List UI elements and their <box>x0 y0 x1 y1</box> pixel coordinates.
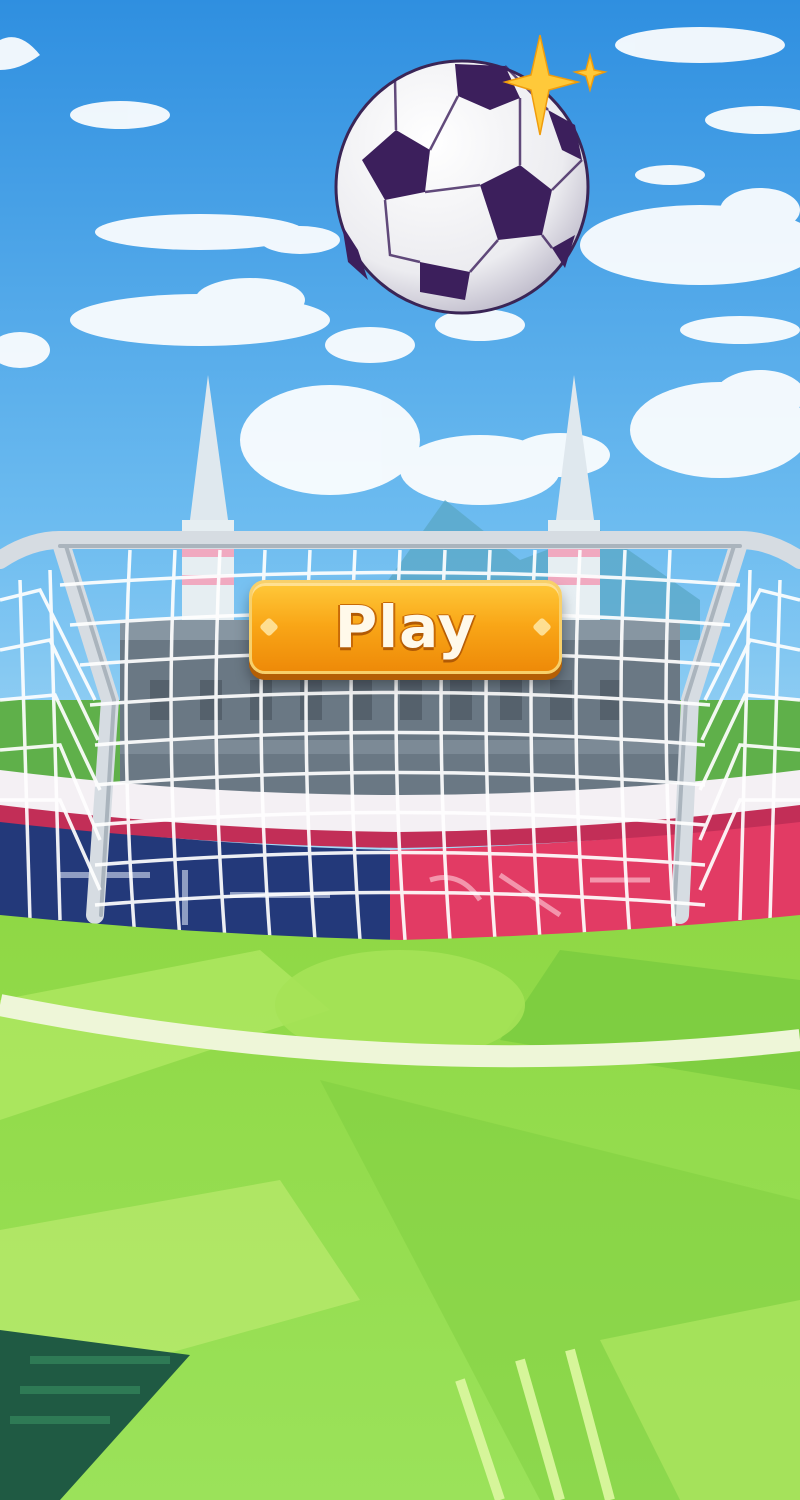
soccer-ball-icon <box>334 59 590 315</box>
scene-background <box>0 0 800 1500</box>
button-ornament-right <box>532 617 552 637</box>
game-screen: Play <box>0 0 800 1500</box>
play-button-label: Play <box>334 593 477 661</box>
play-button[interactable]: Play <box>249 580 562 674</box>
button-ornament-left <box>259 617 279 637</box>
